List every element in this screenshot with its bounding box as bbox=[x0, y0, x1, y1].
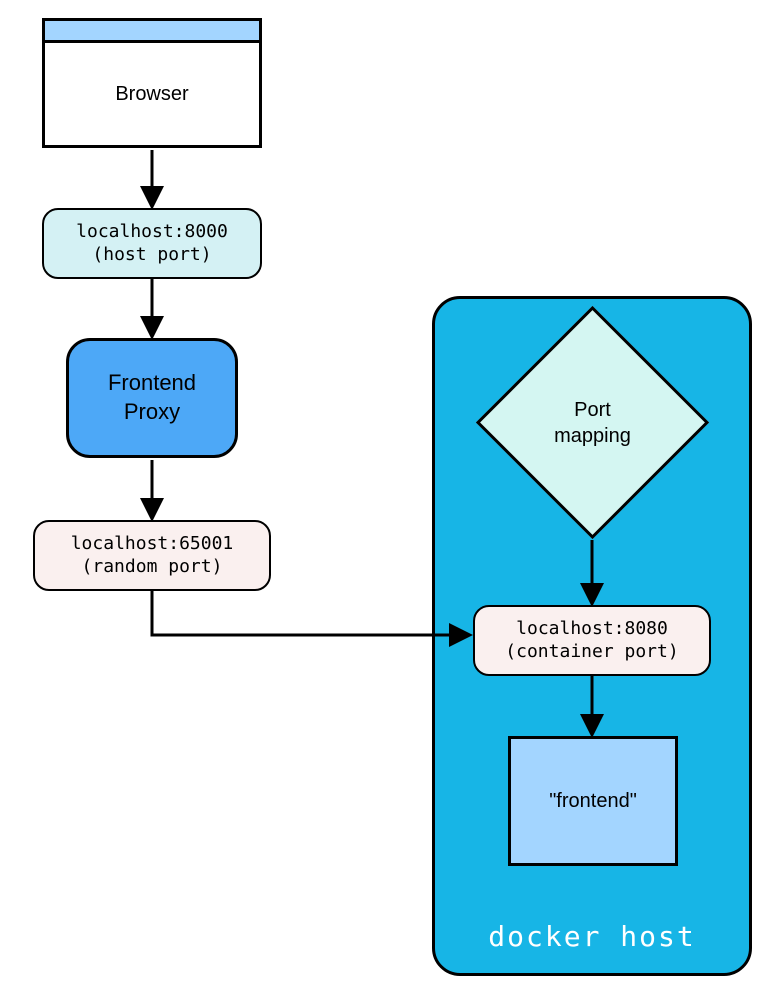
random-port-node: localhost:65001 (random port) bbox=[33, 520, 271, 591]
random-port-line2: (random port) bbox=[82, 555, 223, 578]
container-port-line1: localhost:8080 bbox=[516, 617, 668, 640]
browser-node: Browser bbox=[42, 18, 262, 148]
random-port-line1: localhost:65001 bbox=[71, 532, 234, 555]
proxy-line2: Proxy bbox=[124, 398, 180, 427]
host-port-line1: localhost:8000 bbox=[76, 220, 228, 243]
host-port-node: localhost:8000 (host port) bbox=[42, 208, 262, 279]
arrow-randomport-to-docker bbox=[152, 590, 467, 635]
browser-label: Browser bbox=[45, 43, 259, 145]
port-mapping-node: Port mapping bbox=[510, 340, 675, 505]
proxy-line1: Frontend bbox=[108, 369, 196, 398]
port-mapping-text: Port mapping bbox=[510, 340, 675, 505]
frontend-proxy-node: Frontend Proxy bbox=[66, 338, 238, 458]
container-port-line2: (container port) bbox=[505, 640, 678, 663]
browser-titlebar bbox=[45, 21, 259, 43]
port-mapping-line1: Port bbox=[574, 399, 611, 421]
browser-text: Browser bbox=[115, 81, 188, 107]
frontend-label: "frontend" bbox=[549, 788, 637, 814]
port-mapping-line2: mapping bbox=[554, 425, 631, 447]
container-port-node: localhost:8080 (container port) bbox=[473, 605, 711, 676]
host-port-line2: (host port) bbox=[92, 243, 211, 266]
docker-host-label: docker host bbox=[435, 920, 749, 953]
frontend-node: "frontend" bbox=[508, 736, 678, 866]
